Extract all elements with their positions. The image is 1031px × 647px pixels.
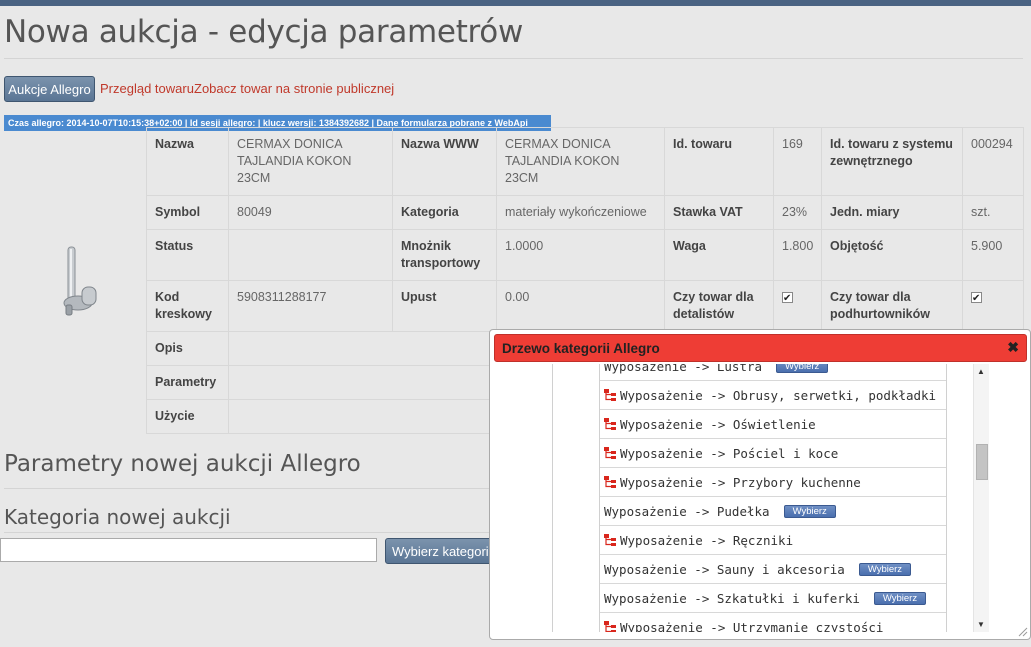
tree-guide-line <box>946 364 947 632</box>
field-label: Użycie <box>146 399 229 434</box>
field-label: Kod kreskowy <box>146 280 229 332</box>
field-label: Nazwa WWW <box>392 127 497 196</box>
field-label: Upust <box>392 280 497 332</box>
product-overview-link[interactable]: Przegląd towaru <box>100 81 194 96</box>
choose-category-button[interactable]: Wybierz kategorię <box>385 538 497 564</box>
tree-item[interactable]: Wyposażenie -> Szkatułki i kuferki Wybier… <box>600 584 946 613</box>
field-label: Id. towaru z systemu zewnętrznego <box>821 127 963 196</box>
subtree-icon[interactable] <box>603 446 617 460</box>
field-label: Nazwa <box>146 127 229 196</box>
close-icon[interactable]: ✖ <box>1007 339 1019 356</box>
tree-item[interactable]: Wyposażenie -> Utrzymanie czystości <box>600 613 946 632</box>
tree-item[interactable]: Wyposażenie -> Lustra Wybierz <box>600 364 946 381</box>
tree-item-label: Wyposażenie -> Szkatułki i kuferki <box>604 590 860 606</box>
retail-checkbox[interactable] <box>782 290 793 307</box>
discount-value: 0.00 <box>496 280 665 332</box>
scroll-down-icon[interactable]: ▼ <box>977 620 985 629</box>
field-label: Mnożnik transportowy <box>392 229 497 281</box>
field-label: Czy towar dla podhurtowników <box>821 280 963 332</box>
field-label: Id. towaru <box>664 127 774 196</box>
field-label: Stawka VAT <box>664 195 774 230</box>
divider <box>4 58 1023 59</box>
select-category-button[interactable]: Wybierz <box>783 504 836 518</box>
tree-item-label: Wyposażenie -> Ręczniki <box>620 532 794 548</box>
select-category-button[interactable]: Wybierz <box>776 364 829 373</box>
subtree-icon[interactable] <box>603 417 617 431</box>
scrollbar-thumb[interactable] <box>976 444 988 480</box>
tree-item[interactable]: Wyposażenie -> Pudełka Wybierz <box>600 497 946 526</box>
product-name-value: CERMAX DONICA TAJLANDIA KOKON 23CM <box>228 127 393 196</box>
transport-multiplier-value: 1.0000 <box>496 229 665 281</box>
page-title: Nowa aukcja - edycja parametrów <box>4 14 524 50</box>
top-nav-bar <box>0 0 1031 6</box>
tree-item-label: Wyposażenie -> Sauny i akcesoria <box>604 561 845 577</box>
product-image <box>63 246 97 316</box>
field-label: Jedn. miary <box>821 195 963 230</box>
tree-item-label: Wyposażenie -> Obrusy, serwetki, podkład… <box>620 387 937 403</box>
tree-scrollbar[interactable]: ▲ ▼ <box>973 364 989 632</box>
field-label: Waga <box>664 229 774 281</box>
tree-item-label: Wyposażenie -> Pudełka <box>604 503 770 519</box>
status-value <box>228 229 393 281</box>
vat-rate-value: 23% <box>773 195 822 230</box>
dialog-titlebar[interactable]: Drzewo kategorii Allegro ✖ <box>494 334 1027 362</box>
auction-params-heading: Parametry nowej aukcji Allegro <box>4 451 361 477</box>
tree-item-label: Wyposażenie -> Oświetlenie <box>620 416 816 432</box>
tree-item-label: Wyposażenie -> Pościel i koce <box>620 445 839 461</box>
tree-guide-line <box>552 364 553 632</box>
tree-item[interactable]: Wyposażenie -> Przybory kuchenne <box>600 468 946 497</box>
subtree-icon[interactable] <box>603 388 617 402</box>
product-id-value: 169 <box>773 127 822 196</box>
tree-item-label: Wyposażenie -> Lustra <box>604 364 763 374</box>
unit-value: szt. <box>962 195 1024 230</box>
field-label: Czy towar dla detalistów <box>664 280 774 332</box>
subtree-icon[interactable] <box>603 533 617 547</box>
field-label: Parametry <box>146 365 229 400</box>
category-tree: Wyposażenie -> Lustra Wybierz Wyposażenie … <box>508 364 988 632</box>
product-www-name-value: CERMAX DONICA TAJLANDIA KOKON 23CM <box>496 127 665 196</box>
tree-item-label: Wyposażenie -> Utrzymanie czystości <box>620 619 884 633</box>
subwholesale-checkbox[interactable] <box>971 290 982 307</box>
field-label: Objętość <box>821 229 963 281</box>
tree-item-label: Wyposażenie -> Przybory kuchenne <box>620 474 861 490</box>
select-category-button[interactable]: Wybierz <box>873 591 927 605</box>
subtree-icon[interactable] <box>603 475 617 489</box>
divider <box>4 532 494 533</box>
field-label: Status <box>146 229 229 281</box>
tree-item[interactable]: Wyposażenie -> Pościel i koce <box>600 439 946 468</box>
category-value: materiały wykończeniowe <box>496 195 665 230</box>
barcode-value: 5908311288177 <box>228 280 393 332</box>
field-label: Opis <box>146 331 229 366</box>
field-label: Symbol <box>146 195 229 230</box>
auctions-allegro-button[interactable]: Aukcje Allegro <box>4 76 95 102</box>
volume-value: 5.900 <box>962 229 1024 281</box>
tree-item[interactable]: Wyposażenie -> Ręczniki <box>600 526 946 555</box>
category-tree-dialog: Drzewo kategorii Allegro ✖ Wyposażenie -… <box>489 329 1031 640</box>
scroll-up-icon[interactable]: ▲ <box>977 367 985 376</box>
tree-item[interactable]: Wyposażenie -> Obrusy, serwetki, podkład… <box>600 381 946 410</box>
category-input[interactable] <box>0 538 377 562</box>
subtree-icon[interactable] <box>603 620 617 632</box>
weight-value: 1.800 <box>773 229 822 281</box>
tree-item[interactable]: Wyposażenie -> Sauny i akcesoria Wybierz <box>600 555 946 584</box>
symbol-value: 80049 <box>228 195 393 230</box>
divider <box>4 488 494 489</box>
field-label: Kategoria <box>392 195 497 230</box>
external-id-value: 000294 <box>962 127 1024 196</box>
tree-item[interactable]: Wyposażenie -> Oświetlenie <box>600 410 946 439</box>
dialog-title: Drzewo kategorii Allegro <box>502 341 660 356</box>
public-page-link[interactable]: Zobacz towar na stronie publicznej <box>194 81 394 96</box>
select-category-button[interactable]: Wybierz <box>858 562 912 576</box>
category-heading: Kategoria nowej aukcji <box>4 505 231 529</box>
resize-grip-icon[interactable] <box>1018 627 1028 637</box>
